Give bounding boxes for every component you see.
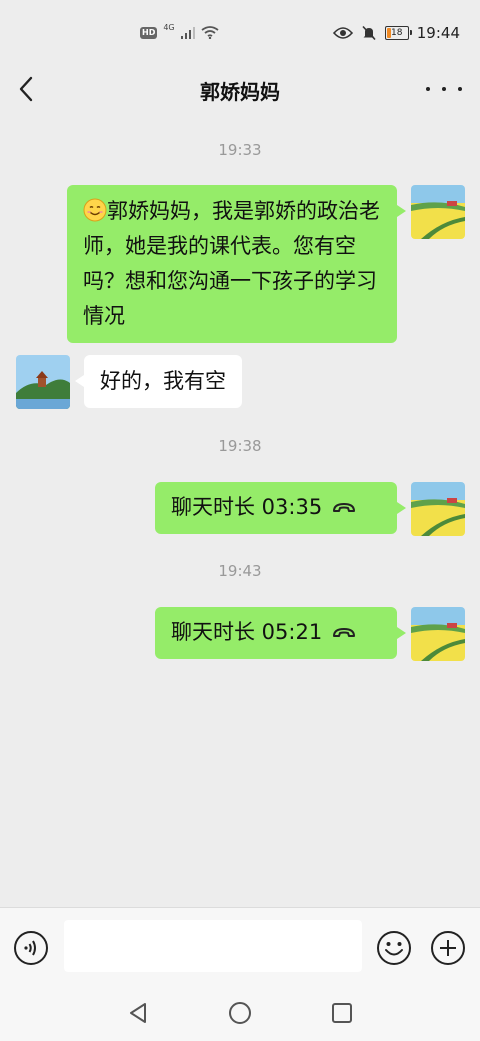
call-duration-text: 聊天时长 05:21 xyxy=(171,620,323,644)
chat-header: 郭娇妈妈 xyxy=(0,66,480,112)
more-button[interactable] xyxy=(426,76,462,102)
nav-back-button[interactable] xyxy=(127,1001,149,1029)
status-time: 19:44 xyxy=(416,24,460,42)
wifi-icon xyxy=(201,26,219,39)
received-message-bubble[interactable]: 好的，我有空 xyxy=(75,355,242,408)
eye-icon xyxy=(332,27,353,39)
timestamp: 19:33 xyxy=(218,141,262,159)
more-features-button[interactable] xyxy=(430,930,466,970)
network-type: 4G xyxy=(163,23,175,32)
smiley-emoji-icon xyxy=(83,198,107,222)
hd-badge: HD xyxy=(140,26,158,39)
call-record-row: 聊天时长 03:35 xyxy=(171,490,381,525)
avatar-landscape-icon xyxy=(411,607,465,661)
message-input[interactable] xyxy=(64,920,362,972)
my-avatar[interactable] xyxy=(411,482,465,536)
more-dot-icon xyxy=(426,87,430,91)
my-avatar[interactable] xyxy=(411,185,465,239)
emoji-button[interactable] xyxy=(376,930,412,970)
emoji-icon xyxy=(377,931,411,965)
plus-icon xyxy=(431,931,465,965)
call-record-bubble[interactable]: 聊天时长 05:21 xyxy=(155,607,406,659)
status-left: HD 4G xyxy=(140,23,219,39)
nav-recents-button[interactable] xyxy=(331,1001,353,1029)
phone-hangup-icon xyxy=(333,502,356,512)
contact-avatar[interactable] xyxy=(16,355,70,409)
call-record-row: 聊天时长 05:21 xyxy=(171,615,381,650)
avatar-landscape-icon xyxy=(411,185,465,239)
nav-home-button[interactable] xyxy=(228,1001,252,1029)
call-duration-text: 聊天时长 03:35 xyxy=(171,495,323,519)
sent-message-bubble[interactable]: 郭娇妈妈，我是郭娇的政治老师，她是我的课代表。您有空吗？想和您沟通一下孩子的学习… xyxy=(67,185,406,343)
mute-bell-icon xyxy=(362,25,376,41)
more-dot-icon xyxy=(442,87,446,91)
system-nav-bar xyxy=(0,987,480,1041)
avatar-pagoda-icon xyxy=(16,355,70,409)
signal-icon xyxy=(180,26,195,39)
input-bar xyxy=(0,907,480,988)
status-bar: HD 4G 18 19:44 xyxy=(0,0,480,70)
my-avatar[interactable] xyxy=(411,607,465,661)
chat-title: 郭娇妈妈 xyxy=(200,80,280,104)
timestamp: 19:43 xyxy=(218,562,262,580)
call-record-bubble[interactable]: 聊天时长 03:35 xyxy=(155,482,406,534)
phone-hangup-icon xyxy=(333,627,356,637)
timestamp: 19:38 xyxy=(218,437,262,455)
square-recents-icon xyxy=(332,1003,352,1023)
status-right: 18 19:44 xyxy=(332,24,460,42)
triangle-back-icon xyxy=(130,1003,146,1023)
circle-home-icon xyxy=(229,1002,251,1024)
battery-level: 18 xyxy=(391,28,403,38)
message-text: 好的，我有空 xyxy=(100,369,226,393)
avatar-landscape-icon xyxy=(411,482,465,536)
more-dot-icon xyxy=(458,87,462,91)
message-text: 郭娇妈妈，我是郭娇的政治老师，她是我的课代表。您有空吗？想和您沟通一下孩子的学习… xyxy=(83,199,380,328)
voice-button[interactable] xyxy=(13,930,49,970)
voice-icon xyxy=(14,931,48,965)
battery-icon: 18 xyxy=(384,26,412,40)
